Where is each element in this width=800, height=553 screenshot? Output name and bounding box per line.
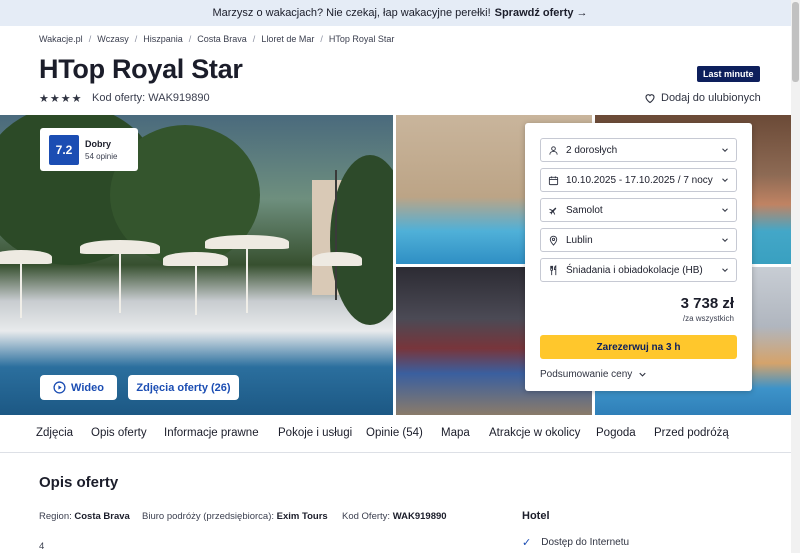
- breadcrumb: Wakacje.pl / Wczasy / Hiszpania / Costa Bra…: [39, 34, 394, 44]
- breadcrumb-separator: /: [134, 34, 138, 44]
- add-to-favorites-button[interactable]: Dodaj do ulubionych: [644, 92, 761, 104]
- star-rating: ★ ★ ★ ★: [39, 92, 82, 105]
- promo-banner[interactable]: Marzysz o wakacjach?⁣ Nie czekaj, łap wa…: [0, 0, 800, 26]
- rating-label: Dobry: [85, 138, 112, 149]
- photos-button[interactable]: Zdjęcia oferty (26): [128, 375, 239, 400]
- promo-link[interactable]: Sprawdź oferty →: [495, 7, 588, 19]
- price-summary-toggle[interactable]: Podsumowanie ceny: [540, 369, 648, 380]
- umbrella-shape: [80, 240, 160, 254]
- rating-count: 54 opinie: [85, 151, 118, 161]
- play-icon: [53, 381, 66, 394]
- scrollbar-thumb[interactable]: [792, 2, 799, 82]
- star-icon: ★: [71, 93, 82, 105]
- travelers-select[interactable]: 2 dorosłych: [540, 138, 737, 162]
- promo-text: Marzysz o wakacjach?⁣ Nie czekaj, łap wa…: [212, 7, 491, 19]
- location-pin-icon: [547, 234, 559, 246]
- breadcrumb-item[interactable]: Lloret de Mar: [261, 34, 314, 44]
- tab-before-trip[interactable]: Przed podróżą: [654, 427, 729, 439]
- photos-label: Zdjęcia oferty (26): [136, 381, 231, 394]
- chevron-down-icon: [639, 372, 646, 377]
- breadcrumb-item[interactable]: Costa Brava: [197, 34, 247, 44]
- umbrella-pole: [20, 263, 22, 318]
- dates-value: 10.10.2025 - 17.10.2025 / 7 nocy: [566, 174, 713, 186]
- umbrella-pole: [195, 265, 197, 315]
- page-scrollbar[interactable]: [791, 0, 800, 553]
- dates-select[interactable]: 10.10.2025 - 17.10.2025 / 7 nocy: [540, 168, 737, 192]
- rating-score: 7.2: [49, 134, 79, 165]
- section-title: Opis oferty: [39, 474, 119, 491]
- checkmark-icon: ✓: [522, 537, 532, 549]
- board-select[interactable]: Śniadania i obiadokolacje (HB): [540, 258, 737, 282]
- total-price: 3 738 zł: [680, 295, 734, 312]
- tab-reviews[interactable]: Opinie (54): [366, 427, 423, 439]
- hotel-stars-text: 4: [39, 541, 45, 552]
- star-icon: ★: [39, 93, 49, 105]
- favorite-label: Dodaj do ulubionych: [661, 92, 761, 104]
- tab-attractions[interactable]: Atrakcje w okolicy: [489, 427, 580, 439]
- chevron-down-icon: [722, 238, 728, 242]
- transport-select[interactable]: Samolot: [540, 198, 737, 222]
- offer-code-value: WAK919890: [392, 511, 447, 522]
- chevron-down-icon: [722, 148, 728, 152]
- reserve-button[interactable]: Zarezerwuj na 3 h: [540, 335, 737, 359]
- umbrella-pole: [119, 253, 121, 313]
- tab-weather[interactable]: Pogoda: [596, 427, 636, 439]
- agency-info: Biuro podróży (przedsiębiorca): Exim Tou…: [142, 511, 328, 522]
- person-icon: [547, 144, 559, 156]
- video-label: Wideo: [71, 381, 104, 394]
- chevron-down-icon: [722, 208, 728, 212]
- calendar-icon: [547, 174, 559, 186]
- agency-value: Exim Tours: [276, 511, 328, 522]
- star-icon: ★: [49, 93, 60, 105]
- breadcrumb-current: HTop Royal Star: [328, 34, 395, 44]
- tab-rooms[interactable]: Pokoje i usługi: [278, 427, 352, 439]
- chevron-down-icon: [722, 268, 728, 272]
- price-summary-label: Podsumowanie ceny: [540, 369, 633, 380]
- cutlery-icon: [547, 264, 559, 276]
- breadcrumb-separator: /: [252, 34, 256, 44]
- umbrella-shape: [205, 235, 289, 249]
- booking-panel: 2 dorosłych 10.10.2025 - 17.10.2025 / 7 …: [525, 123, 752, 391]
- departure-value: Lublin: [566, 234, 593, 246]
- hotel-feature: ✓ Dostęp do Internetu: [522, 536, 629, 549]
- region-label: Region:: [39, 511, 72, 522]
- breadcrumb-separator: /: [188, 34, 192, 44]
- feature-label: Dostęp do Internetu: [541, 537, 630, 548]
- breadcrumb-separator: /: [88, 34, 92, 44]
- last-minute-badge: Last minute: [697, 66, 760, 82]
- region-info: Region: Costa Brava: [39, 511, 130, 522]
- section-tabs: Zdjęcia Opis oferty Informacje prawne Po…: [0, 415, 800, 453]
- tab-map[interactable]: Mapa: [441, 427, 470, 439]
- umbrella-shape: [0, 250, 52, 264]
- breadcrumb-item[interactable]: Wczasy: [97, 34, 129, 44]
- breadcrumb-item[interactable]: Wakacje.pl: [39, 34, 83, 44]
- page-title: HTop Royal Star: [39, 54, 243, 84]
- tab-photos[interactable]: Zdjęcia: [36, 427, 73, 439]
- agency-label: Biuro podróży (przedsiębiorca):: [142, 511, 275, 522]
- offer-code-label: Kod Oferty:: [342, 511, 391, 522]
- lamp-pole: [335, 170, 337, 300]
- star-icon: ★: [60, 93, 71, 105]
- travelers-value: 2 dorosłych: [566, 144, 618, 156]
- region-value: Costa Brava: [74, 511, 130, 522]
- video-button[interactable]: Wideo: [40, 375, 117, 400]
- tab-legal-info[interactable]: Informacje prawne: [164, 427, 259, 439]
- heart-icon: [645, 94, 655, 104]
- board-value: Śniadania i obiadokolacje (HB): [566, 264, 703, 276]
- rating-card[interactable]: 7.2 Dobry 54 opinie: [40, 128, 138, 171]
- chevron-down-icon: [722, 178, 728, 182]
- transport-value: Samolot: [566, 204, 603, 216]
- breadcrumb-item[interactable]: Hiszpania: [143, 34, 183, 44]
- offer-code-info: Kod Oferty: WAK919890: [342, 511, 447, 522]
- umbrella-pole: [246, 248, 248, 313]
- price-note: /za wszystkich: [682, 314, 734, 323]
- umbrella-shape: [312, 252, 362, 266]
- hotel-section-title: Hotel: [522, 510, 550, 522]
- tab-description[interactable]: Opis oferty: [91, 427, 147, 439]
- plane-icon: [547, 204, 559, 216]
- breadcrumb-separator: /: [320, 34, 323, 44]
- offer-code: Kod oferty: WAK919890: [92, 92, 210, 104]
- departure-select[interactable]: Lublin: [540, 228, 737, 252]
- umbrella-shape: [163, 252, 228, 266]
